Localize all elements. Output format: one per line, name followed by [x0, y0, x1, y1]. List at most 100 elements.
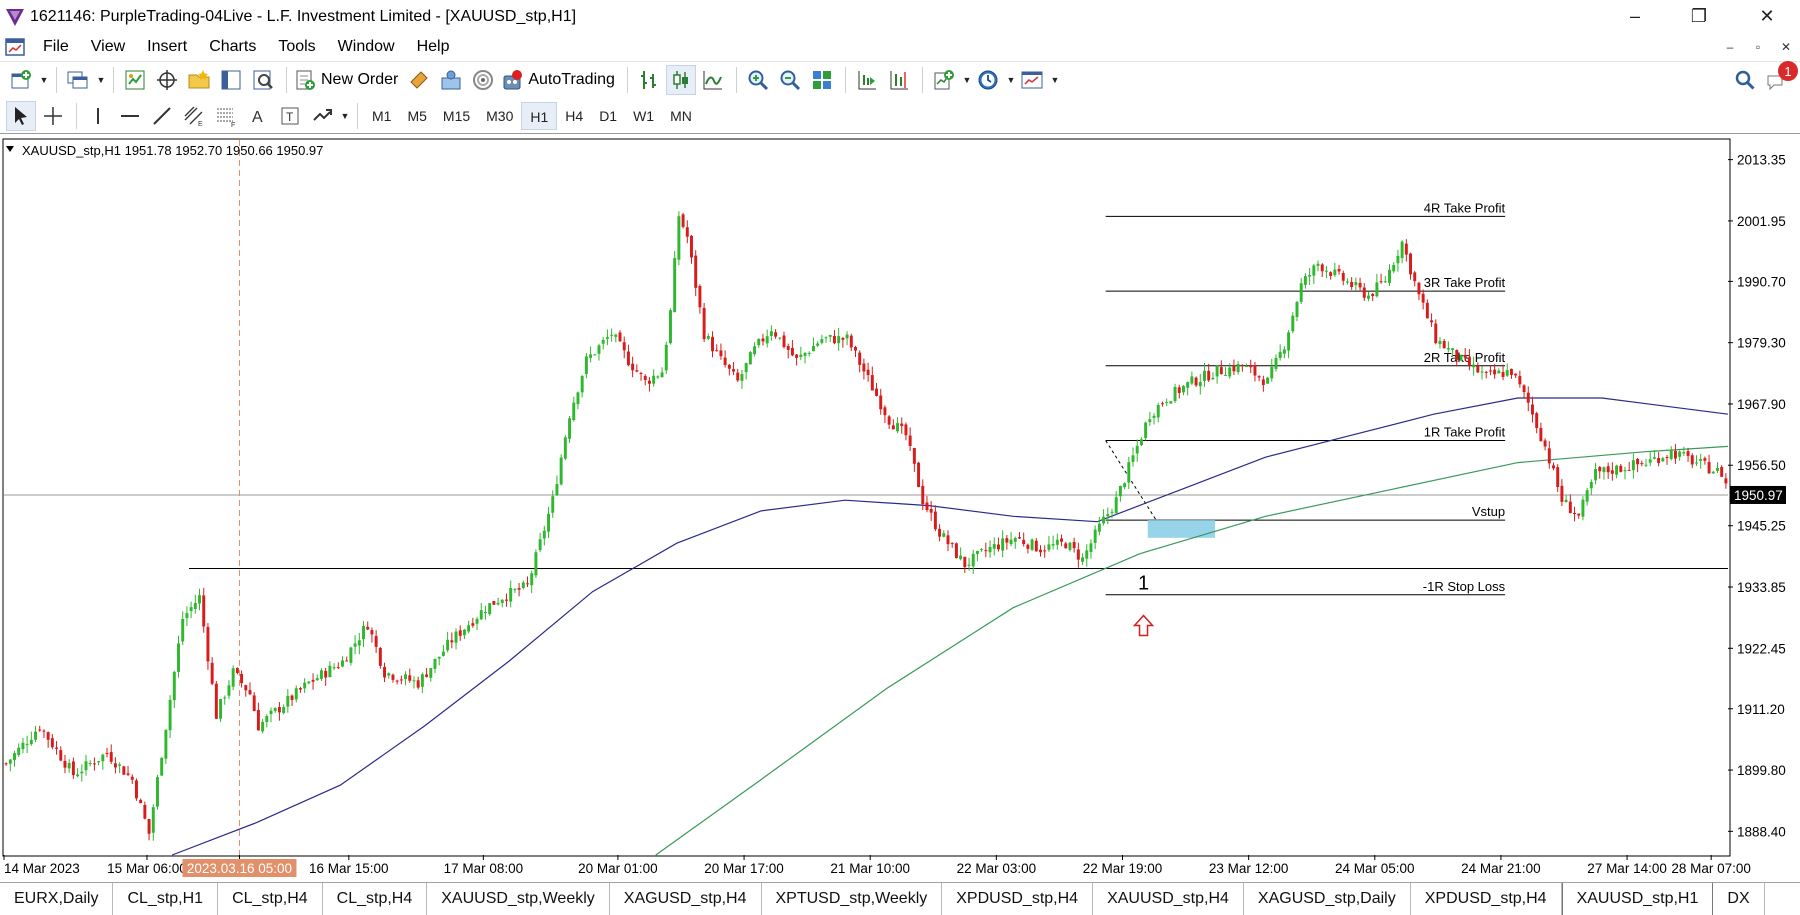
cursor-button[interactable]	[6, 100, 36, 131]
strategy-tester-button[interactable]	[248, 65, 278, 95]
periods-button[interactable]	[973, 65, 1003, 95]
metaeditor-button[interactable]	[404, 65, 434, 95]
menu-file[interactable]: File	[32, 33, 80, 61]
timeframe-h1[interactable]: H1	[521, 101, 558, 130]
arrows-button[interactable]	[307, 101, 337, 131]
timeframe-mn[interactable]: MN	[662, 102, 700, 130]
crosshair-button[interactable]	[38, 101, 68, 131]
indicators-dropdown-icon[interactable]: ▼	[961, 75, 973, 85]
timeframe-d1[interactable]: D1	[591, 102, 625, 130]
price-tick-label: 1945.25	[1737, 519, 1786, 534]
market-watch-button[interactable]	[120, 65, 150, 95]
profiles-dropdown-icon[interactable]: ▼	[95, 75, 107, 85]
candle-body	[841, 337, 845, 340]
timeframe-w1[interactable]: W1	[625, 102, 662, 130]
tab-cl-h4-2[interactable]: CL_stp,H4	[323, 883, 428, 915]
timeframe-h4[interactable]: H4	[557, 102, 591, 130]
candlestick-chart-button[interactable]	[665, 65, 696, 95]
tab-xauusd-weekly[interactable]: XAUUSD_stp,Weekly	[427, 883, 610, 915]
text-button[interactable]: A	[243, 101, 273, 131]
menu-view[interactable]: View	[80, 33, 136, 61]
cursor-arrow-icon	[15, 106, 27, 125]
candle-body	[811, 345, 815, 352]
timeframe-m1[interactable]: M1	[364, 102, 399, 130]
tab-xpdusd-h4-2[interactable]: XPDUSD_stp,H4	[1411, 883, 1562, 915]
candle-body	[1266, 377, 1270, 384]
autotrading-button[interactable]: AutoTrading	[500, 65, 619, 95]
indicators-button[interactable]	[929, 65, 959, 95]
mdi-close-button[interactable]: ✕	[1772, 35, 1800, 59]
data-window-button[interactable]	[152, 65, 182, 95]
new-order-button[interactable]: New Order	[293, 65, 402, 95]
tab-xagusd-daily[interactable]: XAGUSD_stp,Daily	[1244, 883, 1411, 915]
trendline-button[interactable]	[147, 101, 177, 131]
price-chart[interactable]: 4R Take Profit3R Take Profit2R Take Prof…	[0, 138, 1800, 880]
notifications-button[interactable]: 1	[1762, 61, 1798, 95]
candle-body	[1463, 354, 1467, 358]
candle-body	[669, 310, 672, 344]
zoom-out-button[interactable]	[775, 65, 805, 95]
market-button[interactable]	[468, 65, 498, 95]
candle-body	[1253, 365, 1257, 376]
minimize-button[interactable]: –	[1612, 2, 1658, 30]
candle-body	[366, 626, 370, 630]
candle-body	[319, 670, 323, 679]
chart-shift-button[interactable]	[884, 65, 914, 95]
chart-canvas[interactable]: 4R Take Profit3R Take Profit2R Take Prof…	[0, 138, 1800, 880]
new-chart-button[interactable]	[6, 65, 36, 95]
bar-chart-button[interactable]	[634, 65, 664, 95]
tab-xauusd-h1[interactable]: XAUUSD_stp,H1	[1561, 883, 1714, 915]
candle-body	[584, 356, 588, 374]
candle-body	[1388, 269, 1391, 283]
templates-button[interactable]	[1017, 65, 1047, 95]
candle-body	[803, 352, 807, 356]
mdi-minimize-button[interactable]: –	[1716, 35, 1744, 59]
candle-body	[1362, 287, 1366, 298]
periods-dropdown-icon[interactable]: ▼	[1005, 75, 1017, 85]
new-chart-dropdown-icon[interactable]: ▼	[38, 75, 50, 85]
candle-body	[610, 334, 614, 336]
line-chart-button[interactable]	[698, 65, 728, 95]
tab-cl-h4[interactable]: CL_stp,H4	[218, 883, 323, 915]
timeframe-m15[interactable]: M15	[435, 102, 478, 130]
menu-tools[interactable]: Tools	[267, 33, 326, 61]
arrows-dropdown-icon[interactable]: ▼	[339, 111, 351, 121]
tab-xptusd-weekly[interactable]: XPTUSD_stp,Weekly	[762, 883, 943, 915]
tab-cl-h1[interactable]: CL_stp,H1	[113, 883, 219, 915]
search-button[interactable]	[1730, 65, 1760, 95]
tab-xpdusd-h4[interactable]: XPDUSD_stp,H4	[942, 883, 1094, 915]
tile-windows-button[interactable]	[807, 65, 837, 95]
candle-body	[429, 668, 433, 678]
mdi-restore-button[interactable]: ▫	[1744, 35, 1772, 59]
close-button[interactable]: ✕	[1744, 2, 1790, 30]
profiles-button[interactable]	[63, 65, 93, 95]
menu-window[interactable]: Window	[327, 33, 406, 61]
tab-xagusd-h4[interactable]: XAGUSD_stp,H4	[610, 883, 762, 915]
horizontal-line-button[interactable]	[115, 101, 145, 131]
candle-body	[1324, 270, 1328, 272]
timeframe-m30[interactable]: M30	[478, 102, 521, 130]
auto-scroll-button[interactable]	[852, 65, 882, 95]
menu-help[interactable]: Help	[406, 33, 461, 61]
vertical-line-button[interactable]	[83, 101, 113, 131]
templates-dropdown-icon[interactable]: ▼	[1049, 75, 1061, 85]
candle-body	[1438, 340, 1442, 345]
timeframe-m5[interactable]: M5	[399, 102, 434, 130]
fibonacci-button[interactable]: F	[211, 101, 241, 131]
candle-body	[942, 533, 946, 537]
menu-charts[interactable]: Charts	[198, 33, 267, 61]
signals-button[interactable]	[436, 65, 466, 95]
candle-body	[483, 612, 487, 614]
navigator-button[interactable]	[184, 65, 214, 95]
tab-dx[interactable]: DX	[1713, 883, 1765, 915]
terminal-button[interactable]	[216, 65, 246, 95]
zoom-in-button[interactable]	[743, 65, 773, 95]
text-label-button[interactable]: T	[275, 101, 305, 131]
candle-body	[959, 555, 963, 560]
candle-body	[946, 535, 950, 545]
menu-insert[interactable]: Insert	[136, 33, 198, 61]
tab-xauusd-h4[interactable]: XAUUSD_stp,H4	[1093, 883, 1244, 915]
equidistant-channel-button[interactable]: E	[179, 101, 209, 131]
tab-eurx-daily[interactable]: EURX,Daily	[0, 883, 114, 915]
maximize-button[interactable]: ❐	[1676, 2, 1722, 30]
